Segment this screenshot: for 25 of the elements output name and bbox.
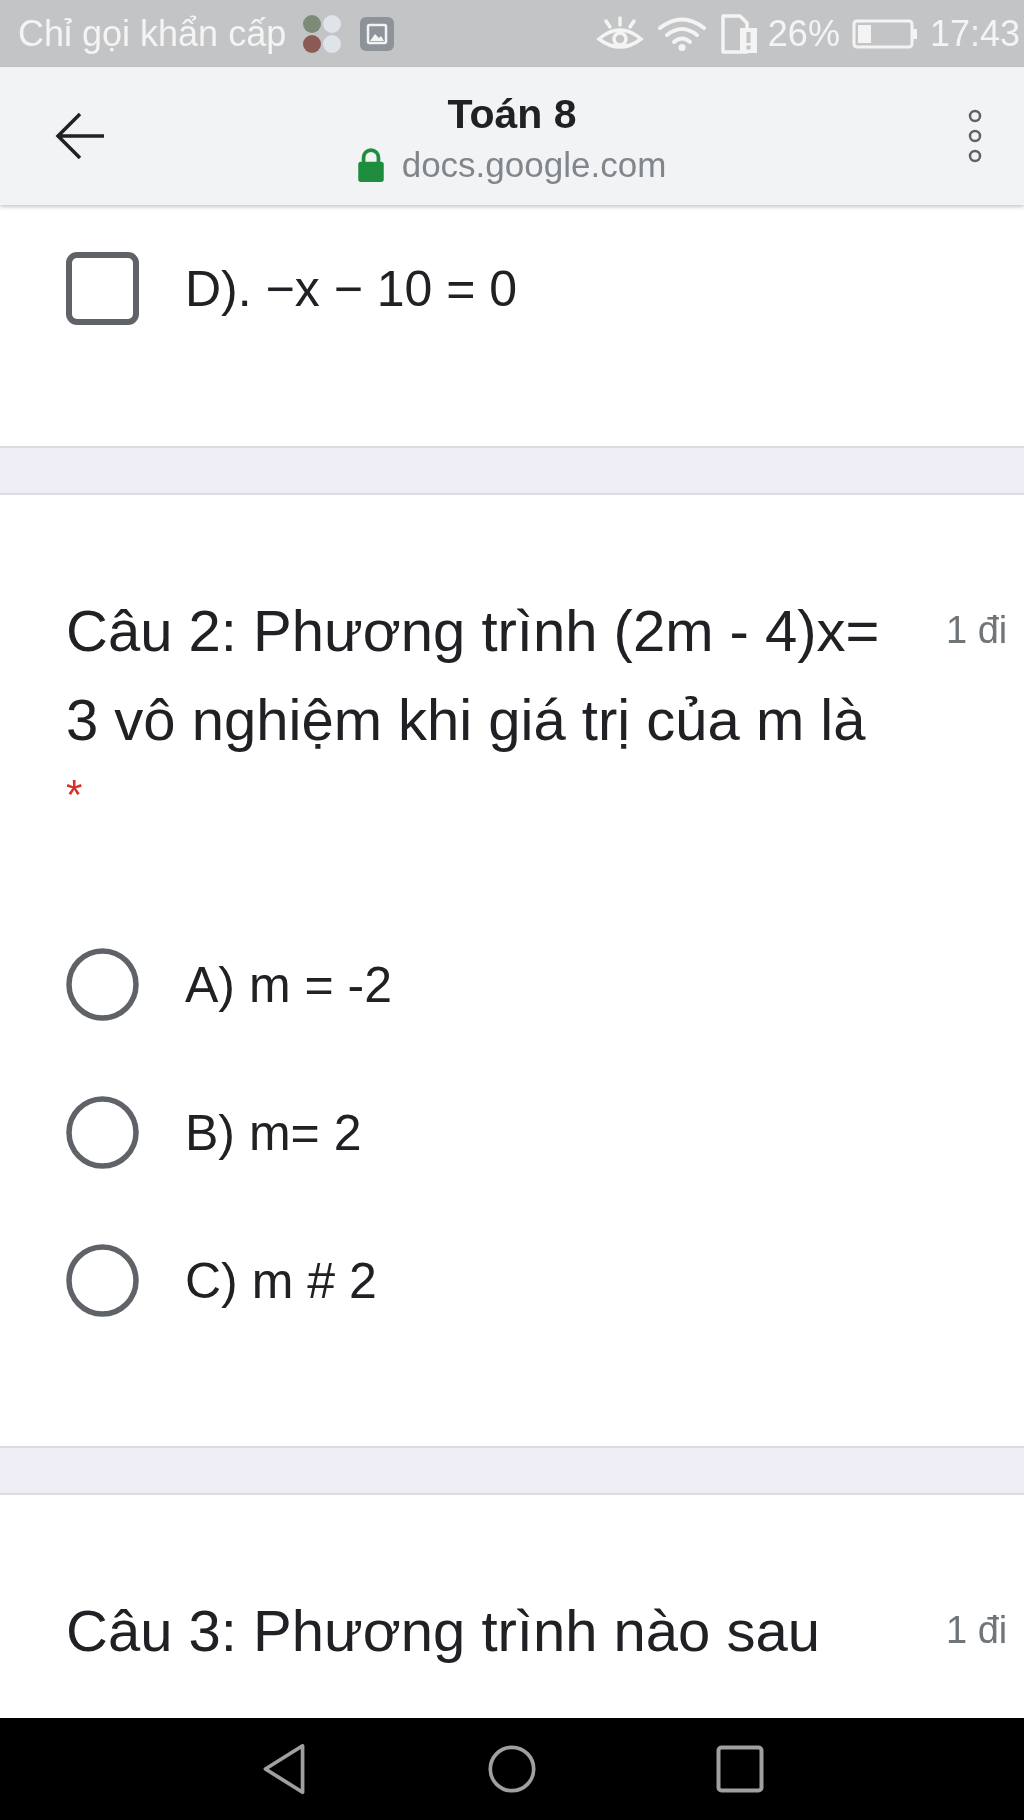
back-arrow-icon[interactable] — [54, 112, 106, 160]
wifi-icon — [657, 16, 706, 51]
question-title: Câu 2: Phương trình (2m - 4)x= 3 vô nghiệm khi giá trị của m là — [66, 597, 881, 754]
avatar-cluster-icon — [302, 13, 343, 54]
more-options-icon[interactable] — [968, 109, 982, 163]
option-label: C) m # 2 — [185, 1251, 377, 1311]
option-label: D). −x − 10 = 0 — [185, 259, 518, 319]
home-icon[interactable] — [488, 1743, 536, 1795]
image-icon — [360, 16, 395, 51]
sim-alert-icon — [719, 13, 758, 54]
page-title: Toán 8 — [447, 90, 577, 139]
option-label: B) m= 2 — [185, 1103, 362, 1163]
option-label: A) m = -2 — [185, 955, 392, 1015]
recent-apps-icon[interactable] — [716, 1743, 764, 1795]
checkbox[interactable] — [66, 252, 139, 325]
radio-button[interactable] — [66, 1244, 139, 1317]
radio-button[interactable] — [66, 948, 139, 1021]
radio-button[interactable] — [66, 1096, 139, 1169]
question-title: Câu 3: Phương trình nào sau — [66, 1597, 821, 1665]
url-text[interactable]: docs.google.com — [401, 143, 667, 187]
battery-icon — [851, 18, 918, 49]
points-label: 1 đi — [946, 1608, 1008, 1653]
required-mark: * — [66, 770, 83, 820]
points-label: 1 đi — [946, 608, 1008, 653]
lock-icon — [357, 148, 384, 182]
